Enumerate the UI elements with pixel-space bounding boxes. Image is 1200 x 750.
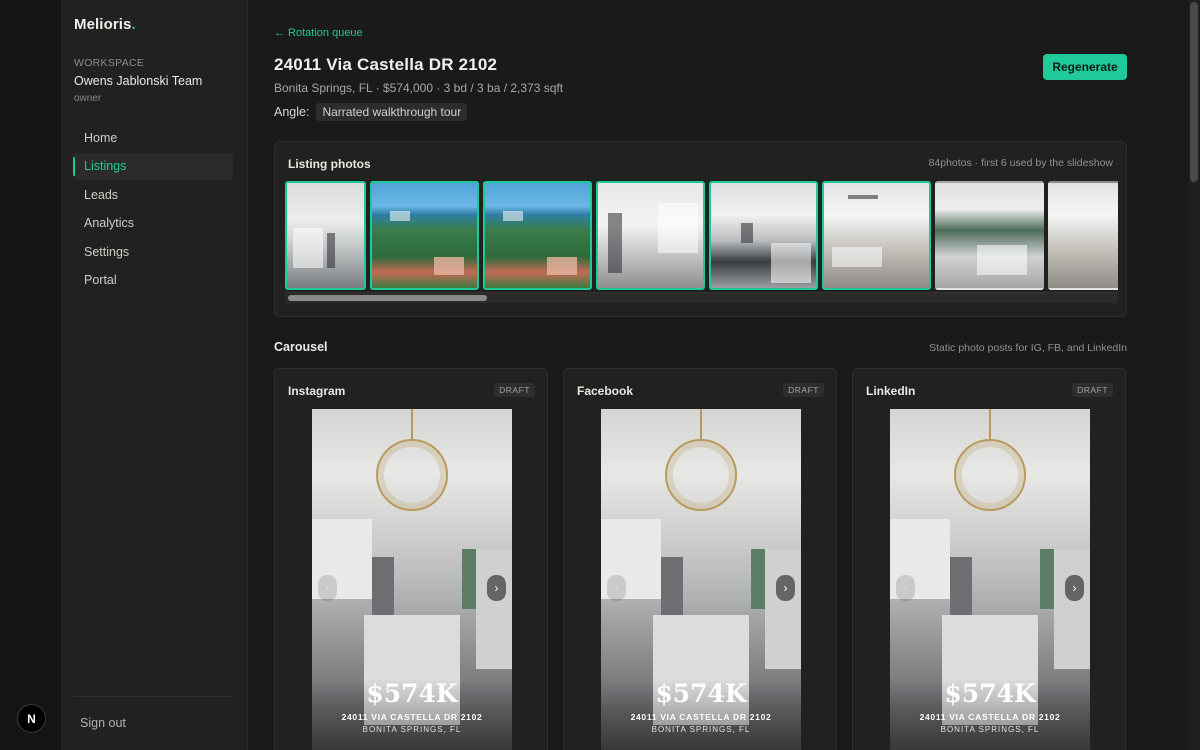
back-to-rotation-queue-link[interactable]: ← Rotation queue [274,27,363,39]
chevron-left-icon[interactable]: ‹ [607,575,626,601]
listing-photos-note: 84photos · first 6 used by the slideshow [928,157,1113,169]
sidebar-item-portal[interactable]: Portal [73,267,233,294]
photo-strip-scroll-thumb[interactable] [288,295,487,301]
workspace-name[interactable]: Owens Jablonski Team [74,74,202,88]
page-scrollbar[interactable] [1188,0,1200,750]
photo-strip-inner [285,181,1118,290]
regenerate-button[interactable]: Regenerate [1043,54,1127,80]
carousel-card-instagram: Instagram DRAFT ‹ › $574K 24011 VIA CAST… [274,368,548,750]
carousel-slide-preview[interactable]: ‹ › $574K 24011 VIA CASTELLA DR 2102 BON… [890,409,1090,750]
sidebar-item-settings[interactable]: Settings [73,239,233,266]
card-platform-title: Instagram [288,384,346,398]
carousel-title: Carousel [274,340,328,354]
left-gutter [0,0,61,750]
sidebar-item-analytics[interactable]: Analytics [73,210,233,237]
listing-summary: Bonita Springs, FL · $574,000 · 3 bd / 3… [274,81,564,95]
brand-logo[interactable]: Melioris. [74,16,136,33]
status-badge: DRAFT [1072,383,1113,397]
listing-photos-title: Listing photos [288,157,371,171]
card-platform-title: Facebook [577,384,634,398]
carousel-card-linkedin: LinkedIn DRAFT ‹ › $574K 24011 VIA CASTE… [852,368,1126,750]
photo-thumb[interactable] [1048,181,1118,290]
card-platform-title: LinkedIn [866,384,916,398]
page-scroll-thumb[interactable] [1190,2,1198,182]
photo-thumb[interactable] [285,181,366,290]
carousel-cards: Instagram DRAFT ‹ › $574K 24011 VIA CAST… [274,368,1127,750]
photo-strip-scrollbar[interactable] [285,292,1118,303]
chandelier-image-detail [665,439,737,511]
page-title: 24011 Via Castella DR 2102 [274,55,498,74]
status-badge: DRAFT [783,383,824,397]
carousel-slide-preview[interactable]: ‹ › $574K 24011 VIA CASTELLA DR 2102 BON… [312,409,512,750]
sidebar-item-listings[interactable]: Listings [73,153,233,181]
slide-city: BONITA SPRINGS, FL [362,725,462,734]
carousel-card-facebook: Facebook DRAFT ‹ › $574K 24011 VIA CASTE… [563,368,837,750]
sidebar-nav: Home Listings Leads Analytics Settings P… [73,125,233,295]
main-content: ← Rotation queue 24011 Via Castella DR 2… [248,0,1188,750]
workspace-role: owner [74,93,102,104]
angle-label: Angle: [274,105,310,119]
slide-address: 24011 VIA CASTELLA DR 2102 [341,712,483,722]
photo-thumb[interactable] [822,181,931,290]
photo-thumb[interactable] [935,181,1044,290]
chevron-left-icon[interactable]: ‹ [318,575,337,601]
photo-thumb[interactable] [596,181,705,290]
carousel-slide-preview[interactable]: ‹ › $574K 24011 VIA CASTELLA DR 2102 BON… [601,409,801,750]
listing-photos-panel: Listing photos 84photos · first 6 used b… [274,141,1127,317]
sidebar-item-home[interactable]: Home [73,125,233,152]
chevron-right-icon[interactable]: › [1065,575,1084,601]
sign-out-link[interactable]: Sign out [80,716,126,730]
slide-city: BONITA SPRINGS, FL [940,725,1040,734]
photo-thumb[interactable] [483,181,592,290]
photo-thumb[interactable] [370,181,479,290]
slide-price: $574K [944,679,1036,708]
chevron-right-icon[interactable]: › [776,575,795,601]
sidebar-divider [74,696,232,697]
photo-strip[interactable] [285,181,1118,291]
chandelier-image-detail [954,439,1026,511]
sidebar-item-leads[interactable]: Leads [73,182,233,209]
dev-tools-badge[interactable]: N [17,704,46,733]
angle-row: Angle: Narrated walkthrough tour [274,103,468,121]
chandelier-image-detail [376,439,448,511]
slide-city: BONITA SPRINGS, FL [651,725,751,734]
slide-address: 24011 VIA CASTELLA DR 2102 [630,712,772,722]
slide-price: $574K [655,679,747,708]
workspace-label: WORKSPACE [74,57,145,69]
carousel-note: Static photo posts for IG, FB, and Linke… [929,342,1127,354]
status-badge: DRAFT [494,383,535,397]
slide-price: $574K [366,679,458,708]
sidebar: Melioris. WORKSPACE Owens Jablonski Team… [61,0,248,750]
chevron-right-icon[interactable]: › [487,575,506,601]
chevron-left-icon[interactable]: ‹ [896,575,915,601]
slide-address: 24011 VIA CASTELLA DR 2102 [919,712,1061,722]
photo-thumb[interactable] [709,181,818,290]
angle-chip: Narrated walkthrough tour [316,103,468,121]
